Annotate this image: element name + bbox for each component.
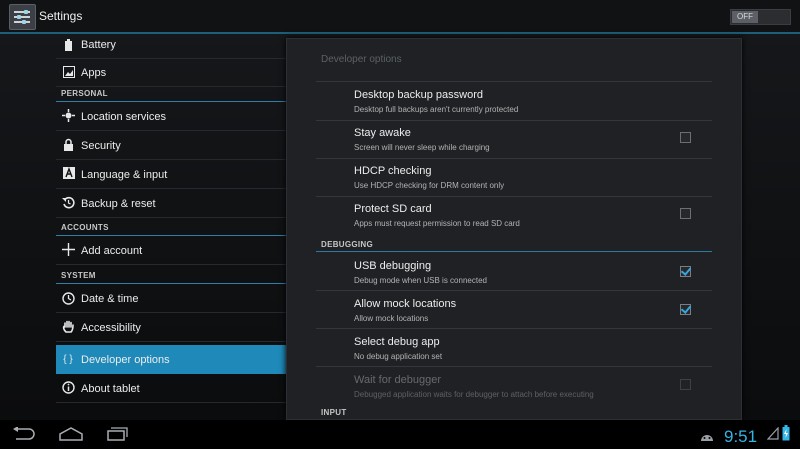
apps-icon [62,66,75,79]
pref-stay-awake[interactable]: Stay awake Screen will never sleep while… [287,127,741,161]
pref-usb-debugging[interactable]: USB debugging Debug mode when USB is con… [287,260,741,294]
divider [316,120,712,121]
header-label: Add account [81,245,143,257]
pref-wait-for-debugger: Wait for debugger Debugged application w… [287,374,741,408]
pref-desktop-backup-password[interactable]: Desktop backup password Desktop full bac… [287,89,741,123]
back-button[interactable] [12,426,36,441]
header-label: Apps [81,67,107,79]
header-label: About tablet [81,383,140,395]
header-location[interactable]: Location services [56,102,286,131]
pref-summary: Use HDCP checking for DRM content only [354,181,505,190]
header-label: Backup & reset [81,198,156,210]
pref-summary: Apps must request permission to read SD … [354,219,520,228]
header-date-time[interactable]: Date & time [56,284,286,313]
header-add-account[interactable]: Add account [56,236,286,265]
battery-charging-icon [782,425,790,446]
pref-protect-sd-card[interactable]: Protect SD card Apps must request permis… [287,203,741,237]
header-battery[interactable]: Battery [56,34,286,59]
pref-title: USB debugging [354,260,432,272]
backup-icon [62,196,75,209]
divider [316,328,712,329]
developer-options-toggle[interactable]: OFF [730,9,791,25]
header-developer-options[interactable]: { } Developer options [56,345,286,374]
category-input: INPUT [321,408,347,417]
developer-options-pane: Developer options Desktop backup passwor… [286,38,742,420]
location-icon [62,109,75,122]
language-icon [62,167,75,180]
info-icon [62,381,75,394]
pref-summary: Debug mode when USB is connected [354,276,487,285]
section-accounts: ACCOUNTS [56,221,286,236]
section-label: ACCOUNTS [61,223,109,232]
section-label: SYSTEM [61,271,96,280]
wait-for-debugger-checkbox [680,379,691,390]
pref-title: Wait for debugger [354,374,442,386]
header-label: Accessibility [81,322,141,334]
toggle-off-label: OFF [732,11,758,23]
pref-summary: Allow mock locations [354,314,429,323]
header-label: Location services [81,111,166,123]
pref-select-debug-app[interactable]: Select debug app No debug application se… [287,336,741,370]
section-personal: PERSONAL [56,87,286,102]
plus-icon [62,243,75,256]
page-title: Settings [39,9,83,23]
pref-summary: Debugged application waits for debugger … [354,390,594,399]
divider [316,196,712,197]
pref-summary: Screen will never sleep while charging [354,143,490,152]
header-label: Security [81,140,121,152]
header-backup[interactable]: Backup & reset [56,189,286,218]
header-label: Developer options [81,354,170,366]
braces-icon: { } [63,354,73,365]
header-accessibility[interactable]: Accessibility [56,313,286,342]
header-apps[interactable]: Apps [56,58,286,87]
pref-title: Allow mock locations [354,298,457,310]
status-clock: 9:51 [724,427,758,446]
recent-apps-button[interactable] [107,427,129,441]
pref-title: Stay awake [354,127,411,139]
content-area: Battery Apps PERSONAL Location services … [0,34,800,420]
protect-sd-card-checkbox[interactable] [680,208,691,219]
lock-icon [62,138,75,151]
section-label: PERSONAL [61,89,108,98]
divider [316,290,712,291]
category-divider [316,251,712,252]
pref-hdcp-checking[interactable]: HDCP checking Use HDCP checking for DRM … [287,165,741,199]
settings-app-icon[interactable] [9,4,36,30]
pref-title: Desktop backup password [354,89,484,101]
section-system: SYSTEM [56,269,286,284]
pref-title: Protect SD card [354,203,432,215]
clock-icon [62,292,75,305]
home-button[interactable] [59,427,83,441]
pref-title: Select debug app [354,336,440,348]
divider [316,366,712,367]
android-debug-icon [700,429,714,447]
divider [316,81,712,82]
header-about[interactable]: About tablet [56,374,286,403]
pref-allow-mock-locations[interactable]: Allow mock locations Allow mock location… [287,298,741,332]
system-navigation-bar: 9:51 [0,420,800,449]
pref-title: HDCP checking [354,165,432,177]
usb-debugging-checkbox[interactable] [680,266,691,277]
hand-icon [62,320,75,333]
header-label: Date & time [81,293,139,305]
pref-summary: No debug application set [354,352,443,361]
header-label: Battery [81,39,116,51]
action-bar: Settings OFF [0,0,800,34]
pane-title: Developer options [321,54,402,65]
stay-awake-checkbox[interactable] [680,132,691,143]
header-label: Language & input [81,169,168,181]
header-security[interactable]: Security [56,131,286,160]
category-debugging: DEBUGGING [321,240,374,249]
divider [316,158,712,159]
header-language[interactable]: Language & input [56,160,286,189]
signal-icon [766,426,779,445]
pref-summary: Desktop full backups aren't currently pr… [354,105,519,114]
headers-pane: Battery Apps PERSONAL Location services … [56,34,286,420]
mock-locations-checkbox[interactable] [680,304,691,315]
battery-icon [62,39,75,52]
